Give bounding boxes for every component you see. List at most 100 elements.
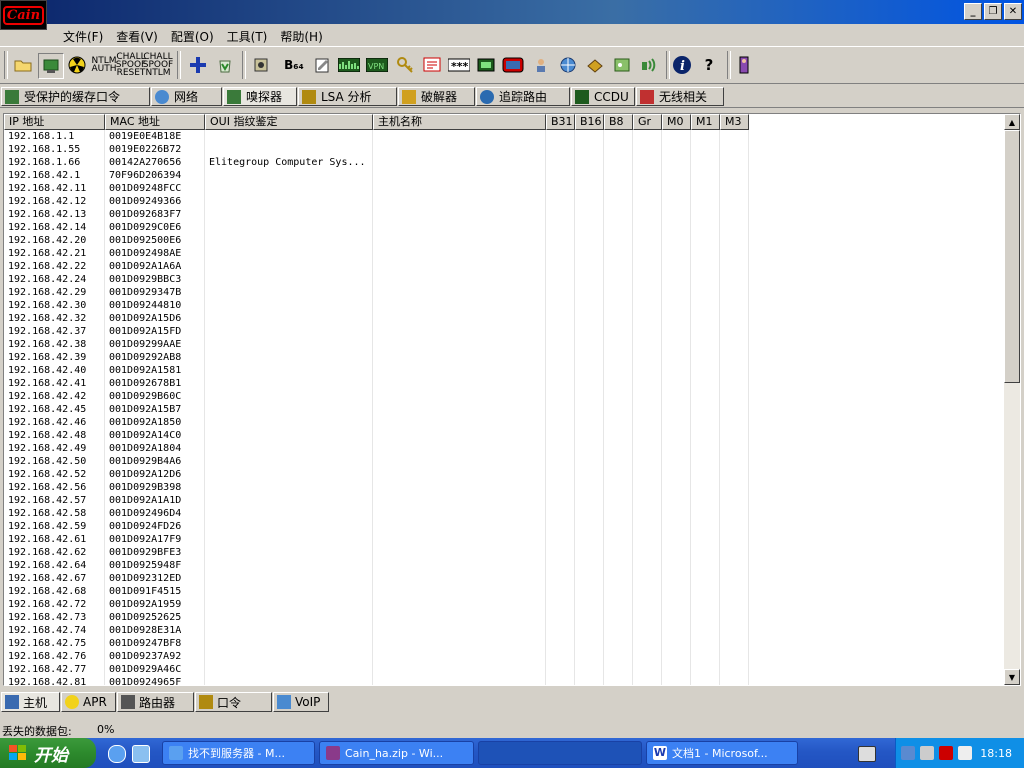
table-row[interactable]: 192.168.42.39 001D09292AB8 (4, 351, 749, 364)
screen-icon[interactable] (501, 53, 525, 77)
vertical-scrollbar[interactable]: ▲ ▼ (1004, 114, 1020, 685)
table-row[interactable]: 192.168.42.72 001D092A1959 (4, 598, 749, 611)
info-icon[interactable]: i (670, 53, 694, 77)
lsa-secrets-icon[interactable] (337, 53, 361, 77)
table-row[interactable]: 192.168.1.55 0019E0226B72 (4, 143, 749, 156)
network-tray-icon[interactable] (901, 746, 915, 760)
key-green-icon[interactable] (610, 53, 634, 77)
table-row[interactable]: 192.168.42.42 001D0929B60C (4, 390, 749, 403)
table-row[interactable]: 192.168.42.30 001D09244810 (4, 299, 749, 312)
table-row[interactable]: 192.168.42.46 001D092A1850 (4, 416, 749, 429)
tab-traceroute[interactable]: 追踪路由 (476, 87, 570, 106)
table-row[interactable]: 192.168.42.32 001D092A15D6 (4, 312, 749, 325)
tab-hosts[interactable]: 主机 (1, 692, 60, 712)
tab-network[interactable]: 网络 (151, 87, 222, 106)
tab-protected-cache[interactable]: 受保护的缓存口令 (1, 87, 150, 106)
scroll-down-icon[interactable]: ▼ (1004, 669, 1020, 685)
hash-calculator-icon[interactable] (474, 53, 498, 77)
table-row[interactable]: 192.168.42.1 70F96D206394 (4, 169, 749, 182)
table-row[interactable]: 192.168.42.13 001D092683F7 (4, 208, 749, 221)
start-button[interactable]: 开始 (0, 738, 96, 768)
table-row[interactable]: 192.168.42.29 001D0929347B (4, 286, 749, 299)
exit-icon[interactable] (732, 53, 756, 77)
table-row[interactable]: 192.168.42.58 001D092496D4 (4, 507, 749, 520)
ie-icon[interactable] (108, 745, 126, 763)
menu-file[interactable]: 文件(F) (58, 25, 111, 45)
scroll-thumb[interactable] (1004, 130, 1020, 383)
table-row[interactable]: 192.168.42.81 001D0924965F (4, 676, 749, 685)
key-icon[interactable] (393, 53, 417, 77)
table-row[interactable]: 192.168.42.14 001D0929C0E6 (4, 221, 749, 234)
table-row[interactable]: 192.168.1.1 0019E0E4B18E (4, 130, 749, 143)
col-ip[interactable]: IP 地址 (4, 114, 105, 130)
rdp-icon[interactable] (420, 53, 444, 77)
tab-cracker[interactable]: 破解器 (398, 87, 475, 106)
keyboard-icon[interactable] (858, 746, 876, 762)
col-hostname[interactable]: 主机名称 (373, 114, 546, 130)
table-row[interactable]: 192.168.42.45 001D092A15B7 (4, 403, 749, 416)
table-row[interactable]: 192.168.42.74 001D0928E31A (4, 624, 749, 637)
start-apr-icon[interactable] (65, 53, 89, 77)
table-row[interactable]: 192.168.42.11 001D09248FCC (4, 182, 749, 195)
password-box-icon[interactable]: *** (447, 53, 471, 77)
table-row[interactable]: 192.168.42.52 001D092A12D6 (4, 468, 749, 481)
edit-icon[interactable] (310, 53, 334, 77)
col-m3[interactable]: M3 (720, 114, 749, 130)
table-row[interactable]: 192.168.42.21 001D092498AE (4, 247, 749, 260)
col-oui[interactable]: OUI 指纹鉴定 (205, 114, 373, 130)
base64-icon[interactable]: B₆₄ (282, 53, 306, 77)
table-row[interactable]: 192.168.42.57 001D092A1A1D (4, 494, 749, 507)
certificate-icon[interactable] (249, 53, 273, 77)
add-icon[interactable] (186, 53, 210, 77)
table-row[interactable]: 192.168.42.68 001D091F4515 (4, 585, 749, 598)
taskbar-item-word[interactable]: W 文档1 - Microsof... (646, 741, 798, 765)
table-row[interactable]: 192.168.42.67 001D092312ED (4, 572, 749, 585)
taskbar-item-browser[interactable]: 找不到服务器 - M... (162, 741, 315, 765)
menu-help[interactable]: 帮助(H) (275, 25, 330, 45)
open-folder-icon[interactable] (11, 53, 35, 77)
taskbar-item-cain[interactable] (478, 741, 642, 765)
col-m1[interactable]: M1 (691, 114, 720, 130)
chall-spoof-ntlm-icon[interactable]: CHALL SPOOF NTLM (143, 53, 174, 78)
tab-voip[interactable]: VoIP (273, 692, 329, 712)
table-row[interactable]: 192.168.42.75 001D09247BF8 (4, 637, 749, 650)
tab-wireless[interactable]: 无线相关 (636, 87, 724, 106)
table-row[interactable]: 192.168.1.66 00142A270656 Elitegroup Compu… (4, 156, 749, 169)
table-row[interactable]: 192.168.42.41 001D092678B1 (4, 377, 749, 390)
network-icon[interactable] (556, 53, 580, 77)
tab-lsa-analysis[interactable]: LSA 分析 (298, 87, 397, 106)
tab-passwords[interactable]: 口令 (195, 692, 272, 712)
table-row[interactable]: 192.168.42.12 001D09249366 (4, 195, 749, 208)
tab-apr[interactable]: APR (61, 692, 116, 712)
col-m0[interactable]: M0 (662, 114, 691, 130)
recycle-icon[interactable] (213, 53, 237, 77)
table-row[interactable]: 192.168.42.49 001D092A1804 (4, 442, 749, 455)
menu-configure[interactable]: 配置(O) (166, 25, 222, 45)
col-b16[interactable]: B16 (575, 114, 604, 130)
menu-view[interactable]: 查看(V) (111, 25, 166, 45)
close-button[interactable]: ✕ (1004, 3, 1022, 20)
table-row[interactable]: 192.168.42.48 001D092A14C0 (4, 429, 749, 442)
cisco-icon[interactable] (583, 53, 607, 77)
col-gr[interactable]: Gr (633, 114, 662, 130)
table-row[interactable]: 192.168.42.24 001D0929BBC3 (4, 273, 749, 286)
help-icon[interactable]: ? (697, 53, 721, 77)
col-b8[interactable]: B8 (604, 114, 633, 130)
taskbar-item-winrar[interactable]: Cain_ha.zip - Wi... (319, 741, 474, 765)
chall-spoof-reset-icon[interactable]: CHALL SPOOF RESET (116, 53, 147, 78)
cain-tray-icon[interactable] (939, 746, 953, 760)
table-row[interactable]: 192.168.42.64 001D0925948F (4, 559, 749, 572)
table-row[interactable]: 192.168.42.62 001D0929BFE3 (4, 546, 749, 559)
table-row[interactable]: 192.168.42.56 001D0929B398 (4, 481, 749, 494)
col-mac[interactable]: MAC 地址 (105, 114, 205, 130)
quick-launch-icon[interactable] (132, 745, 150, 763)
host-list[interactable]: IP 地址 MAC 地址 OUI 指纹鉴定 主机名称 B31 B16 B8 Gr… (3, 113, 1021, 686)
table-row[interactable]: 192.168.42.59 001D0924FD26 (4, 520, 749, 533)
table-row[interactable]: 192.168.42.77 001D0929A46C (4, 663, 749, 676)
tab-routers[interactable]: 路由器 (117, 692, 194, 712)
table-row[interactable]: 192.168.42.76 001D09237A92 (4, 650, 749, 663)
table-row[interactable]: 192.168.42.22 001D092A1A6A (4, 260, 749, 273)
table-row[interactable]: 192.168.42.61 001D092A17F9 (4, 533, 749, 546)
table-row[interactable]: 192.168.42.40 001D092A1581 (4, 364, 749, 377)
tab-sniffer[interactable]: 嗅探器 (223, 87, 297, 106)
